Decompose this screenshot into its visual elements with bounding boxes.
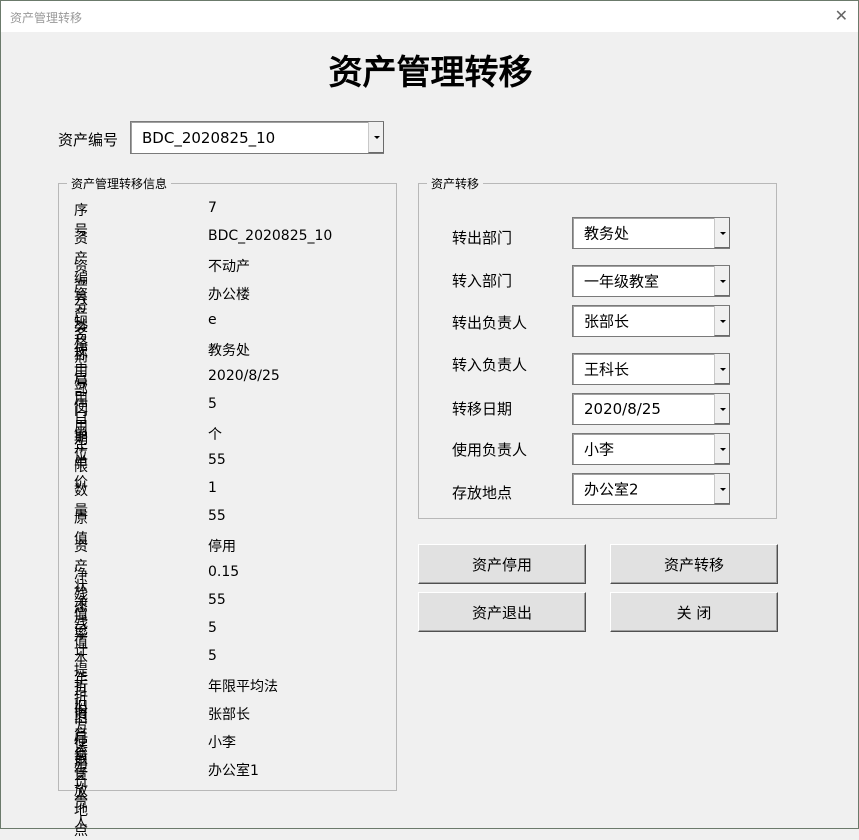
chevron-down-icon[interactable] [714,266,730,296]
info-value: 个 [208,424,222,444]
info-group: 资产管理转移信息 序号7资产编号BDC_2020825_10资产分类不动产资产名… [58,183,397,791]
transfer-field-label: 转入部门 [452,270,512,291]
info-value: 5 [208,396,217,412]
info-value: 办公楼 [208,284,250,304]
info-caption: 资产管理转移信息 [67,175,171,192]
chevron-down-icon[interactable] [368,122,384,153]
asset-id-combo[interactable]: BDC_2020825_10 [130,121,384,154]
disable-asset-button[interactable]: 资产停用 [418,544,586,584]
info-value: 小李 [208,732,236,752]
close-icon[interactable]: ✕ [835,6,848,25]
transfer-field-label: 转出负责人 [452,312,527,333]
page-title: 资产管理转移 [1,45,859,94]
chevron-down-icon[interactable] [714,354,730,384]
info-value: 1 [208,480,217,496]
info-value: 张部长 [208,704,250,724]
title-bar: 资产管理转移 ✕ [1,1,858,32]
info-value: 办公室1 [208,760,259,780]
transfer-field-label: 存放地点 [452,482,512,503]
exit-asset-button[interactable]: 资产退出 [418,592,586,632]
combo-value: 张部长 [584,311,629,332]
close-button[interactable]: 关 闭 [610,592,778,632]
info-value: 0.15 [208,564,239,580]
info-value: e [208,312,217,328]
combo-value: 办公室2 [584,479,639,500]
asset-id-label: 资产编号 [58,129,118,150]
transfer-field-combo[interactable]: 张部长 [572,305,730,337]
chevron-down-icon[interactable] [714,434,730,464]
asset-id-value: BDC_2020825_10 [142,129,275,147]
transfer-group: 资产转移 转出部门教务处转入部门一年级教室转出负责人张部长转入负责人王科长转移日… [418,183,777,519]
transfer-field-combo[interactable]: 教务处 [572,217,730,249]
window-title: 资产管理转移 [10,9,82,26]
transfer-field-label: 使用负责人 [452,439,527,460]
info-value: 2020/8/25 [208,368,280,384]
transfer-field-label: 转移日期 [452,398,512,419]
chevron-down-icon[interactable] [714,474,730,504]
combo-value: 2020/8/25 [584,400,661,418]
info-value: 7 [208,200,217,216]
info-value: 停用 [208,536,236,556]
transfer-field-label: 转出部门 [452,227,512,248]
combo-value: 一年级教室 [584,271,659,292]
info-label: 存放地点 [74,760,88,840]
info-value: 教务处 [208,340,250,360]
transfer-field-label: 转入负责人 [452,354,527,375]
transfer-field-combo[interactable]: 一年级教室 [572,265,730,297]
transfer-field-combo[interactable]: 2020/8/25 [572,393,730,425]
transfer-field-combo[interactable]: 办公室2 [572,473,730,505]
chevron-down-icon[interactable] [714,306,730,336]
combo-value: 王科长 [584,359,629,380]
chevron-down-icon[interactable] [714,394,730,424]
info-value: 55 [208,592,226,608]
info-value: BDC_2020825_10 [208,228,332,244]
combo-value: 小李 [584,439,614,460]
info-value: 55 [208,452,226,468]
transfer-field-combo[interactable]: 王科长 [572,353,730,385]
transfer-field-combo[interactable]: 小李 [572,433,730,465]
transfer-caption: 资产转移 [427,175,483,192]
chevron-down-icon[interactable] [714,218,730,248]
info-value: 年限平均法 [208,676,278,696]
info-value: 55 [208,508,226,524]
info-value: 不动产 [208,256,250,276]
info-value: 5 [208,620,217,636]
info-value: 5 [208,648,217,664]
transfer-asset-button[interactable]: 资产转移 [610,544,778,584]
combo-value: 教务处 [584,223,629,244]
